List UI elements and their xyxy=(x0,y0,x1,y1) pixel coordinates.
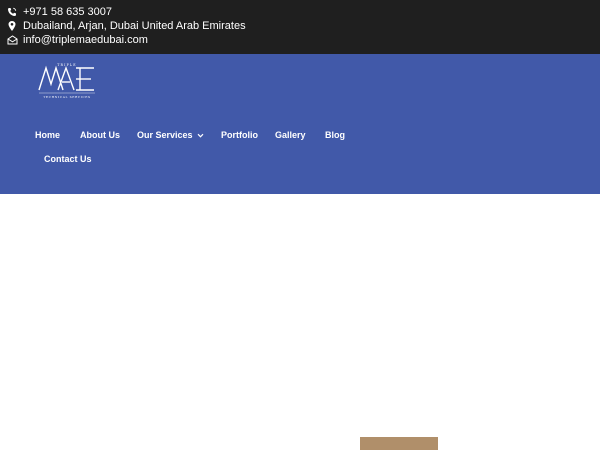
email-address[interactable]: info@triplemaedubai.com xyxy=(23,33,148,47)
nav-home[interactable]: Home xyxy=(35,130,60,140)
main-navigation: Home About Us Our Services Portfolio Gal… xyxy=(0,54,600,194)
location-pin-icon xyxy=(6,20,18,32)
hero-accent-block xyxy=(360,437,438,450)
envelope-icon xyxy=(6,34,18,46)
nav-gallery-label: Gallery xyxy=(275,130,306,140)
phone-icon xyxy=(6,6,18,18)
chevron-down-icon xyxy=(197,132,204,139)
nav-blog-label: Blog xyxy=(325,130,345,140)
nav-blog[interactable]: Blog xyxy=(325,130,345,140)
nav-home-label: Home xyxy=(35,130,61,140)
nav-about-us-label: About Us xyxy=(80,130,120,140)
email-contact[interactable]: info@triplemaedubai.com xyxy=(6,33,148,47)
nav-contact-us[interactable]: Contact Us xyxy=(44,154,92,164)
nav-portfolio-label: Portfolio xyxy=(221,130,258,140)
nav-our-services-label: Our Services xyxy=(137,130,193,140)
nav-portfolio[interactable]: Portfolio xyxy=(221,130,258,140)
address-contact: Dubailand, Arjan, Dubai United Arab Emir… xyxy=(6,19,246,33)
phone-number[interactable]: +971 58 635 3007 xyxy=(23,5,112,19)
nav-gallery[interactable]: Gallery xyxy=(275,130,306,140)
nav-contact-us-label: Contact Us xyxy=(44,154,92,164)
top-contact-bar: +971 58 635 3007 Dubailand, Arjan, Dubai… xyxy=(0,0,600,54)
phone-contact[interactable]: +971 58 635 3007 xyxy=(6,5,112,19)
nav-our-services[interactable]: Our Services xyxy=(137,130,204,140)
nav-about-us[interactable]: About Us xyxy=(80,130,120,140)
address-text: Dubailand, Arjan, Dubai United Arab Emir… xyxy=(23,20,246,32)
main-header: TRIPLE TECHNICAL SERVICES Home About Us … xyxy=(0,54,600,194)
